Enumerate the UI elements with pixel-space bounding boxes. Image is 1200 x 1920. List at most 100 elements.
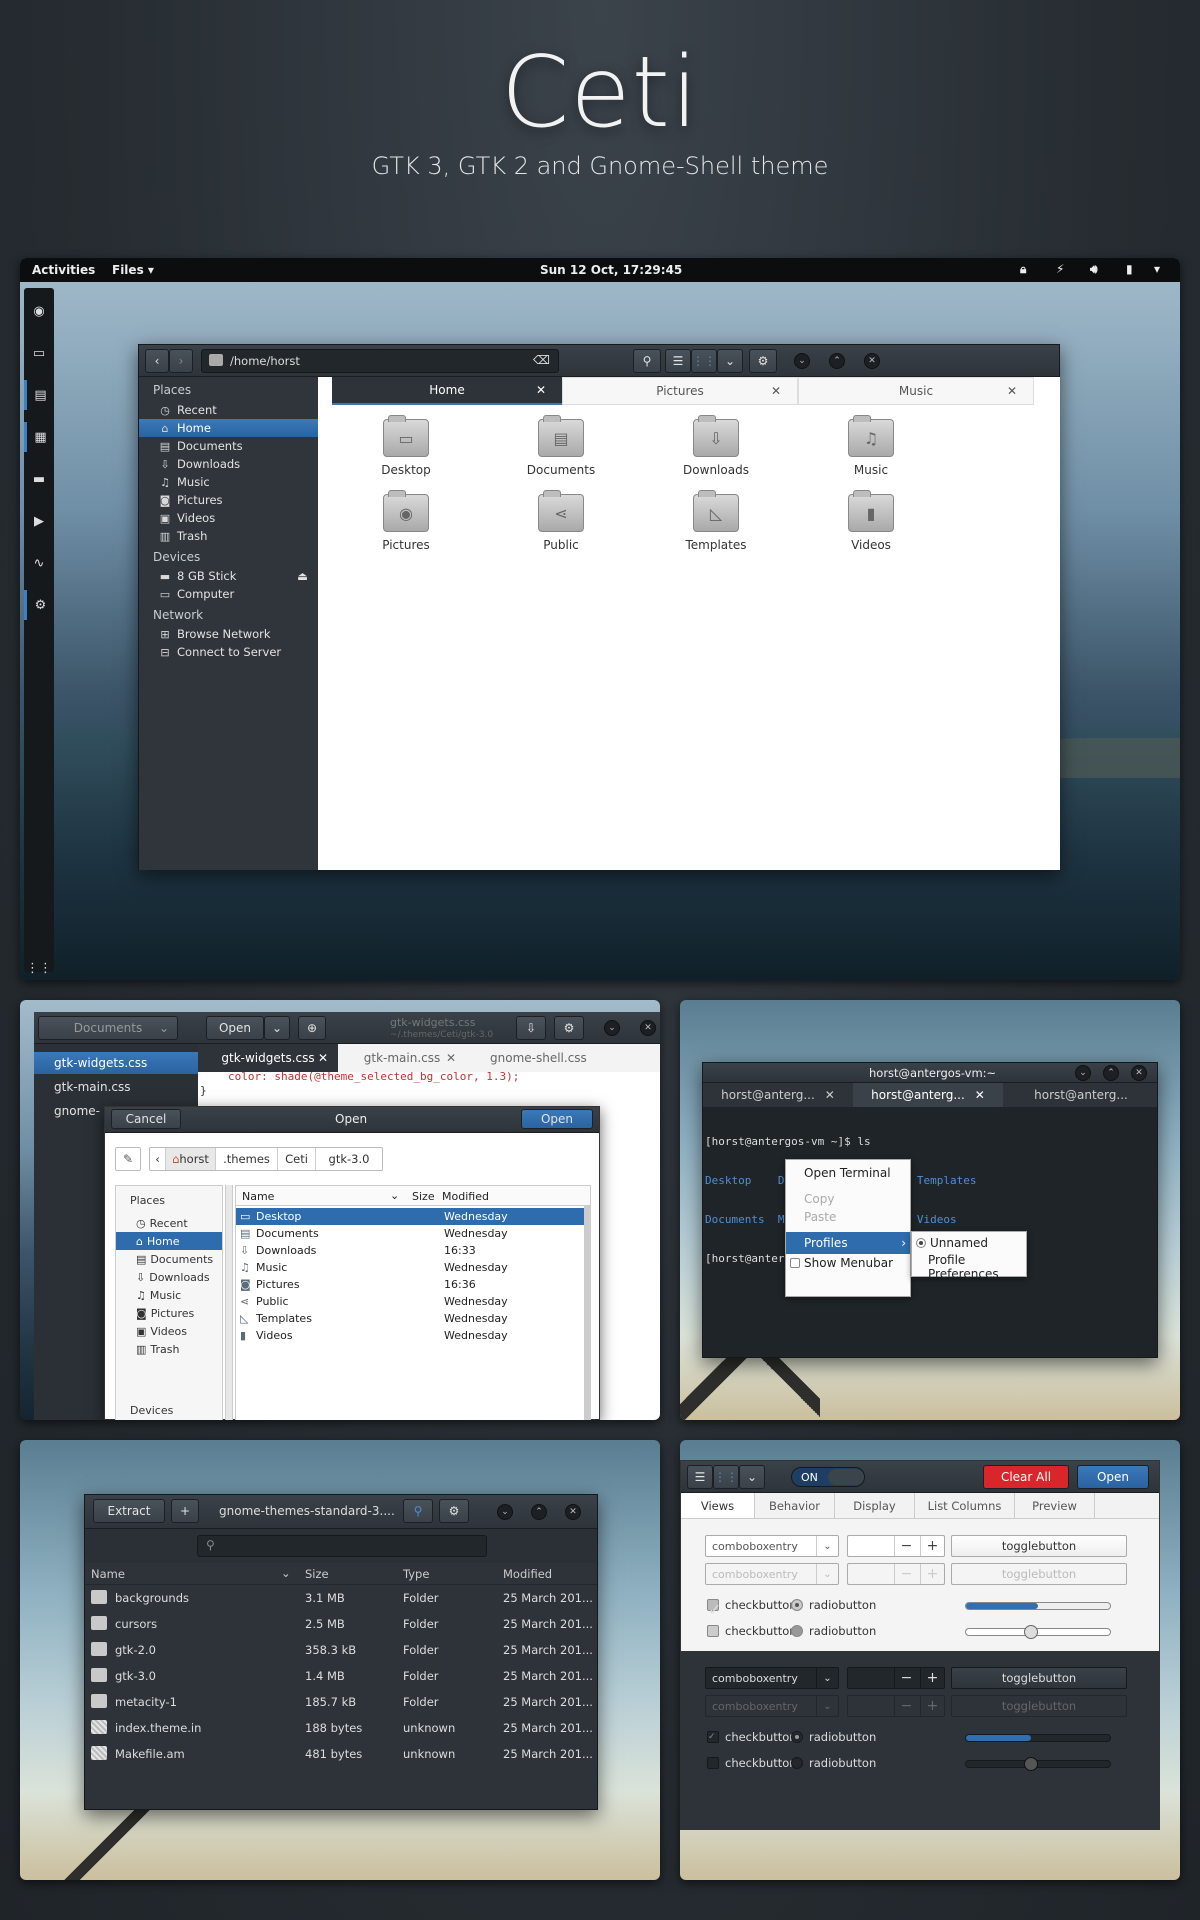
tab-preview[interactable]: Preview: [1015, 1493, 1095, 1518]
minimize-button[interactable]: ⌄: [1075, 1065, 1091, 1081]
file-row[interactable]: ▮ Videos Wednesday: [236, 1327, 584, 1344]
sidebar-item-connect-server[interactable]: ⊟ Connect to Server: [139, 643, 318, 661]
chrome-icon[interactable]: ◉: [24, 296, 54, 326]
dark-progress-slider[interactable]: [965, 1734, 1111, 1742]
tab-pictures[interactable]: Pictures ✕: [562, 377, 798, 405]
spin-button[interactable]: − +: [847, 1667, 945, 1689]
editor-icon[interactable]: ▦: [24, 422, 54, 452]
open-button[interactable]: Open: [206, 1016, 264, 1040]
light-progress-slider[interactable]: [965, 1602, 1111, 1610]
places-item[interactable]: ▤ Documents: [116, 1250, 222, 1268]
archive-row[interactable]: index.theme.in 188 bytes unknown 25 March 2…: [85, 1717, 597, 1738]
tab-behavior[interactable]: Behavior: [755, 1493, 835, 1518]
places-item[interactable]: ◙ Pictures: [116, 1304, 222, 1322]
location-bar[interactable]: /home/horst ⌫: [201, 349, 559, 373]
close-tab-icon[interactable]: ✕: [446, 1051, 456, 1065]
sidebar-item-documents[interactable]: ▤ Documents: [139, 437, 318, 455]
dark-scale[interactable]: [965, 1757, 1111, 1771]
dialog-splitter[interactable]: [225, 1185, 233, 1420]
file-row[interactable]: ♫ Music Wednesday: [236, 1259, 584, 1276]
minimize-button[interactable]: ⌄: [794, 353, 810, 369]
archive-row[interactable]: metacity-1 185.7 kB Folder 25 March 201...: [85, 1691, 597, 1712]
file-item[interactable]: gtk-widgets.css: [34, 1052, 198, 1074]
radio-selected[interactable]: [916, 1238, 926, 1248]
file-row[interactable]: ◺ Templates Wednesday: [236, 1310, 584, 1327]
switch[interactable]: ON: [791, 1467, 865, 1487]
modified-column[interactable]: Modified: [442, 1190, 489, 1203]
folder-item[interactable]: ◺ Templates: [656, 490, 776, 552]
close-tab-icon[interactable]: ✕: [536, 383, 546, 397]
close-button[interactable]: ✕: [864, 353, 880, 369]
path-back-button[interactable]: ‹: [150, 1148, 166, 1170]
settings-button[interactable]: ⚙: [749, 349, 777, 373]
archive-row[interactable]: cursors 2.5 MB Folder 25 March 201...: [85, 1613, 597, 1634]
light-scale[interactable]: [965, 1625, 1111, 1639]
archive-row[interactable]: gtk-2.0 358.3 kB Folder 25 March 201...: [85, 1639, 597, 1660]
file-row[interactable]: ▭ Desktop Wednesday: [236, 1208, 584, 1225]
crumb-home[interactable]: ⌂ horst: [166, 1148, 216, 1170]
tab-gtk-main[interactable]: gtk-main.css ✕: [338, 1044, 466, 1072]
places-item[interactable]: ♫ Music: [116, 1286, 222, 1304]
combobox-entry[interactable]: comboboxentry ⌄: [705, 1535, 839, 1557]
sidebar-item-recent[interactable]: ◷ Recent: [139, 401, 318, 419]
grid-button[interactable]: ⋮⋮: [713, 1465, 739, 1489]
file-row[interactable]: ⋖ Public Wednesday: [236, 1293, 584, 1310]
sidebar-item-browse-network[interactable]: ⊞ Browse Network: [139, 625, 318, 643]
file-row[interactable]: ⇩ Downloads 16:33: [236, 1242, 584, 1259]
sidebar-item-downloads[interactable]: ⇩ Downloads: [139, 455, 318, 473]
archive-row[interactable]: gtk-3.0 1.4 MB Folder 25 March 201...: [85, 1665, 597, 1686]
checkbox-unchecked[interactable]: [707, 1757, 719, 1769]
tab-home[interactable]: Home ✕: [332, 377, 562, 405]
places-item[interactable]: ◷ Recent: [116, 1214, 222, 1232]
folder-item[interactable]: ♫ Music: [811, 415, 931, 477]
battery-icon[interactable]: ▮: [1126, 262, 1133, 276]
places-item[interactable]: ⇩ Downloads: [116, 1268, 222, 1286]
sidebar-item-usb-stick[interactable]: ▬ 8 GB Stick ⏏: [139, 567, 318, 585]
tab-display[interactable]: Display: [835, 1493, 915, 1518]
folder-item[interactable]: ◉ Pictures: [346, 490, 466, 552]
checkbox-checked[interactable]: ✓: [707, 1731, 719, 1743]
minus-button[interactable]: −: [894, 1668, 918, 1688]
checkbox[interactable]: [790, 1258, 800, 1268]
sidebar-item-trash[interactable]: ▥ Trash: [139, 527, 318, 545]
minimize-button[interactable]: ⌄: [497, 1504, 513, 1520]
radio-checked[interactable]: [791, 1599, 803, 1611]
folder-item[interactable]: ▤ Documents: [501, 415, 621, 477]
open-button[interactable]: Open: [521, 1109, 593, 1129]
close-button[interactable]: ✕: [1131, 1065, 1147, 1081]
radio-checked[interactable]: [791, 1731, 803, 1743]
chat-icon[interactable]: ▬: [24, 464, 54, 494]
settings-icon[interactable]: ⚙: [24, 590, 54, 620]
volume-icon[interactable]: 🔊︎: [1090, 262, 1098, 277]
minimize-button[interactable]: ⌄: [604, 1020, 620, 1036]
archive-row[interactable]: backgrounds 3.1 MB Folder 25 March 201...: [85, 1587, 597, 1608]
documents-combo[interactable]: Documents ⌄: [38, 1016, 178, 1040]
monitor-icon[interactable]: ∿: [24, 548, 54, 578]
scale-knob[interactable]: [1023, 1757, 1038, 1771]
files-icon[interactable]: ▤: [24, 380, 54, 410]
media-icon[interactable]: ▶: [24, 506, 54, 536]
sidebar-item-music[interactable]: ♫ Music: [139, 473, 318, 491]
open-recent-button[interactable]: ⌄: [264, 1016, 290, 1040]
close-tab-icon[interactable]: ✕: [1007, 384, 1017, 398]
sidebar-item-videos[interactable]: ▣ Videos: [139, 509, 318, 527]
save-button[interactable]: ⇩: [516, 1016, 546, 1040]
clear-all-button[interactable]: Clear All: [983, 1465, 1069, 1489]
checkbox-checked[interactable]: ✓: [707, 1599, 721, 1619]
plus-button[interactable]: +: [920, 1668, 944, 1688]
sidebar-item-home[interactable]: ⌂ Home: [139, 419, 318, 437]
size-column[interactable]: Size: [305, 1567, 329, 1581]
crumb-ceti[interactable]: Ceti: [278, 1148, 316, 1170]
close-tab-icon[interactable]: ✕: [975, 1088, 985, 1102]
close-button[interactable]: ✕: [640, 1020, 656, 1036]
files-app-menu[interactable]: Files ▾: [112, 263, 154, 277]
menu-item-unnamed[interactable]: Unnamed: [912, 1232, 1026, 1254]
scale-knob[interactable]: [1023, 1625, 1038, 1639]
tab-gnome-shell[interactable]: gnome-shell.css: [466, 1044, 660, 1072]
checkbox-unchecked[interactable]: [707, 1625, 719, 1637]
scrollbar[interactable]: [584, 1206, 590, 1420]
new-document-button[interactable]: ⊕: [298, 1016, 326, 1040]
places-item[interactable]: ▣ Videos: [116, 1322, 222, 1340]
dropdown-button[interactable]: ⌄: [739, 1465, 765, 1489]
file-row[interactable]: ▤ Documents Wednesday: [236, 1225, 584, 1242]
